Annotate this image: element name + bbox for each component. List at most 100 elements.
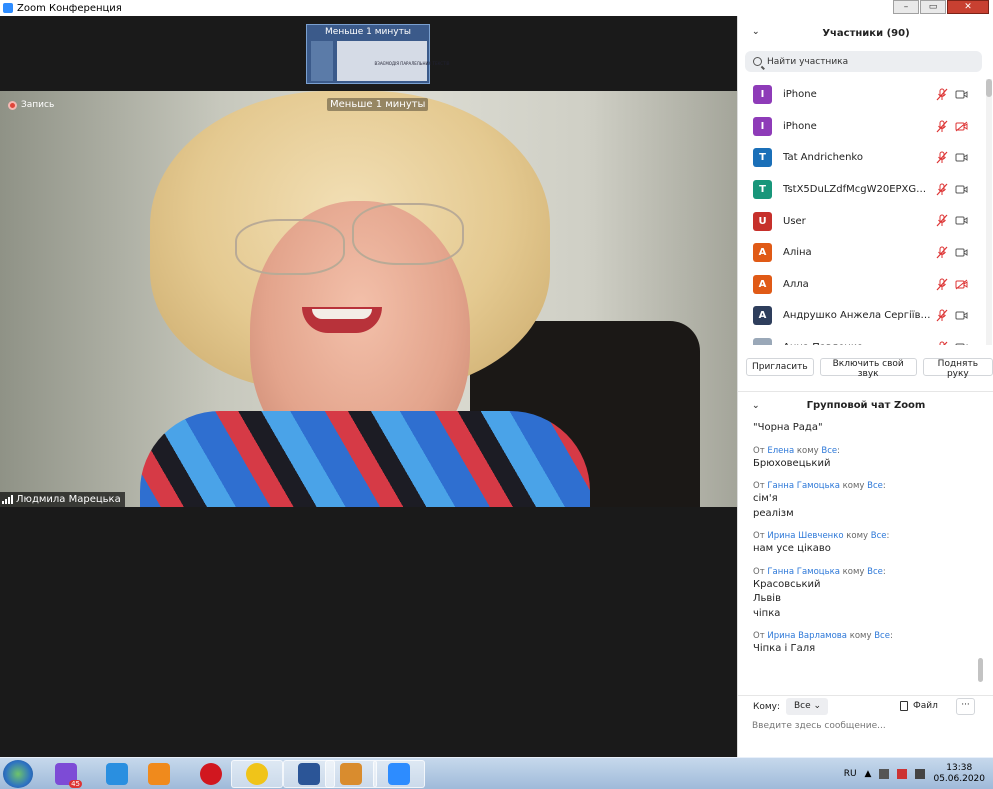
notification-badge: 45	[69, 780, 82, 788]
taskbar-app-media-player[interactable]	[133, 760, 185, 788]
side-panel: ⌄ Участники (90) IiPhoneIiPhoneTTat Andr…	[737, 16, 993, 757]
mic-muted-icon[interactable]	[936, 120, 948, 133]
chat-recipient-row: Кому: Все ⌄ Файл ···	[738, 695, 993, 717]
start-button[interactable]	[3, 760, 33, 788]
camera-icon[interactable]	[955, 152, 968, 163]
recipient-select[interactable]: Все ⌄	[786, 698, 828, 715]
camera-off-icon[interactable]	[955, 121, 968, 132]
speaker-video[interactable]	[0, 91, 737, 507]
chevron-down-icon: ⌄	[813, 701, 822, 711]
participant-row[interactable]: Анна Павленко	[738, 332, 986, 345]
sender-name[interactable]: Ирина Шевченко	[767, 531, 843, 541]
recording-indicator[interactable]: Запись	[8, 100, 54, 110]
sender-name[interactable]: Ирина Варламова	[767, 631, 847, 641]
mic-muted-icon[interactable]	[936, 309, 948, 322]
participant-name: Андрушко Анжела Сергіївна	[783, 310, 931, 322]
participant-actions: Пригласить Включить свой звук Поднять ру…	[746, 358, 993, 379]
chat-message-meta: От Ганна Гамоцька кому Все:	[753, 566, 886, 577]
chevron-down-icon[interactable]: ⌄	[752, 401, 760, 411]
chat-message-meta: От Елена кому Все:	[753, 445, 840, 456]
more-options-button[interactable]: ···	[956, 698, 975, 715]
participant-row[interactable]: А Алла	[738, 269, 986, 301]
taskbar-app-paint[interactable]	[325, 760, 377, 788]
shared-screen-thumbnail[interactable]: ВЗАЄМОДІЯ ПАРАЛЕЛЬНИХ ТЕКСТІВ Меньше 1 м…	[306, 24, 449, 84]
mic-muted-icon[interactable]	[936, 246, 948, 259]
participants-scrollbar-thumb[interactable]	[986, 79, 992, 97]
flag-icon[interactable]	[897, 769, 908, 779]
avatar	[753, 338, 772, 345]
participant-row[interactable]: IiPhone	[738, 111, 986, 143]
sender-name[interactable]: Ганна Гамоцька	[767, 567, 840, 577]
camera-icon[interactable]	[955, 89, 968, 100]
chat-message-text: "Чорна Рада"	[753, 422, 823, 433]
camera-off-icon[interactable]	[955, 279, 968, 290]
participant-row[interactable]: А Андрушко Анжела Сергіївна	[738, 300, 986, 332]
camera-icon[interactable]	[955, 342, 968, 345]
tray-expand-icon[interactable]: ▲	[865, 769, 872, 779]
chevron-down-icon[interactable]: ⌄	[752, 27, 760, 37]
windows-taskbar: 45 RU ▲ 13:38 05.06.2020	[0, 757, 993, 789]
participant-name: Аліна	[783, 247, 812, 259]
chat-message-input[interactable]	[752, 718, 982, 734]
taskbar-app-viber[interactable]: 45	[40, 760, 92, 788]
taskbar-app-opera[interactable]	[185, 760, 237, 788]
speaker-name: Людмила Марецька	[16, 494, 121, 505]
mic-muted-icon[interactable]	[936, 88, 948, 101]
language-indicator[interactable]: RU	[844, 769, 857, 779]
network-icon[interactable]	[879, 769, 890, 779]
participant-row[interactable]: IiPhone	[738, 79, 986, 111]
thumbnail-side-pane	[311, 41, 333, 81]
minimize-button[interactable]: –	[893, 0, 919, 14]
participants-scrollbar[interactable]	[986, 79, 992, 345]
sender-name[interactable]: Елена	[767, 446, 794, 456]
mic-muted-icon[interactable]	[936, 183, 948, 196]
to-word: кому	[843, 419, 865, 420]
avatar: I	[753, 85, 772, 105]
close-button[interactable]: ✕	[947, 0, 989, 14]
mic-muted-icon[interactable]	[936, 341, 948, 345]
volume-icon[interactable]	[915, 769, 926, 779]
thumbnail-timer: Меньше 1 минуты	[325, 27, 411, 37]
participant-row[interactable]: А Аліна	[738, 237, 986, 269]
participants-title: Участники (90)	[822, 27, 910, 39]
chat-scrollbar-thumb[interactable]	[978, 658, 983, 682]
camera-icon[interactable]	[955, 215, 968, 226]
unmute-button[interactable]: Включить свой звук	[819, 358, 917, 379]
chat-message: От Ирина Шевченко кому Все: нам усе цікав…	[738, 530, 986, 557]
recipient-label: Кому:	[753, 702, 781, 712]
participant-row[interactable]: T TstX5DuLZdfMcgW20EPXGOq2...	[738, 174, 986, 206]
mic-muted-icon[interactable]	[936, 214, 948, 227]
mic-muted-icon[interactable]	[936, 151, 948, 164]
camera-icon[interactable]	[955, 310, 968, 321]
chat-message-text: сім'я	[753, 493, 778, 504]
participants-list: IiPhone IiPhone T Tat Andrichenko T TstX5DuLZ…	[738, 79, 986, 345]
camera-icon[interactable]	[955, 184, 968, 195]
participant-row[interactable]: U User	[738, 205, 986, 237]
participant-search-input[interactable]	[767, 56, 967, 67]
invite-button[interactable]: Пригласить	[746, 358, 814, 376]
sender-name[interactable]: Ганна Гамоцька	[767, 481, 840, 491]
chat-message: От Ганна Гамоцька кому Все: Красовський Ль…	[738, 566, 986, 622]
meeting-timer: Меньше 1 минуты	[327, 98, 429, 111]
chat-messages: От Ганна Гамоцька кому Все: "Чорна Рада" О…	[738, 419, 986, 685]
raise-hand-button[interactable]: Поднять руку	[922, 358, 993, 379]
participant-search[interactable]	[745, 51, 982, 72]
mic-muted-icon[interactable]	[936, 278, 948, 291]
chat-message-meta: От Ирина Шевченко кому Все:	[753, 531, 890, 541]
chat-message-meta: От Ирина Варламова кому Все:	[753, 631, 893, 641]
file-button[interactable]: Файл	[900, 701, 938, 711]
clock[interactable]: 13:38 05.06.2020	[933, 763, 985, 785]
taskbar-app-zoom[interactable]	[373, 760, 425, 788]
word-icon	[298, 763, 320, 785]
maximize-button[interactable]: ▭	[920, 0, 946, 14]
avatar: А	[753, 274, 772, 294]
sender-name[interactable]: Ганна Гамоцька	[767, 419, 840, 420]
chat-message-text: Брюховецький	[753, 457, 831, 469]
taskbar-app-chrome[interactable]	[231, 760, 283, 788]
file-label: Файл	[913, 701, 938, 711]
participant-name: User	[783, 215, 806, 227]
camera-icon[interactable]	[955, 247, 968, 258]
recipient-value: Все	[794, 701, 811, 711]
participant-row[interactable]: T Tat Andrichenko	[738, 142, 986, 174]
video-glasses-left	[235, 219, 345, 275]
